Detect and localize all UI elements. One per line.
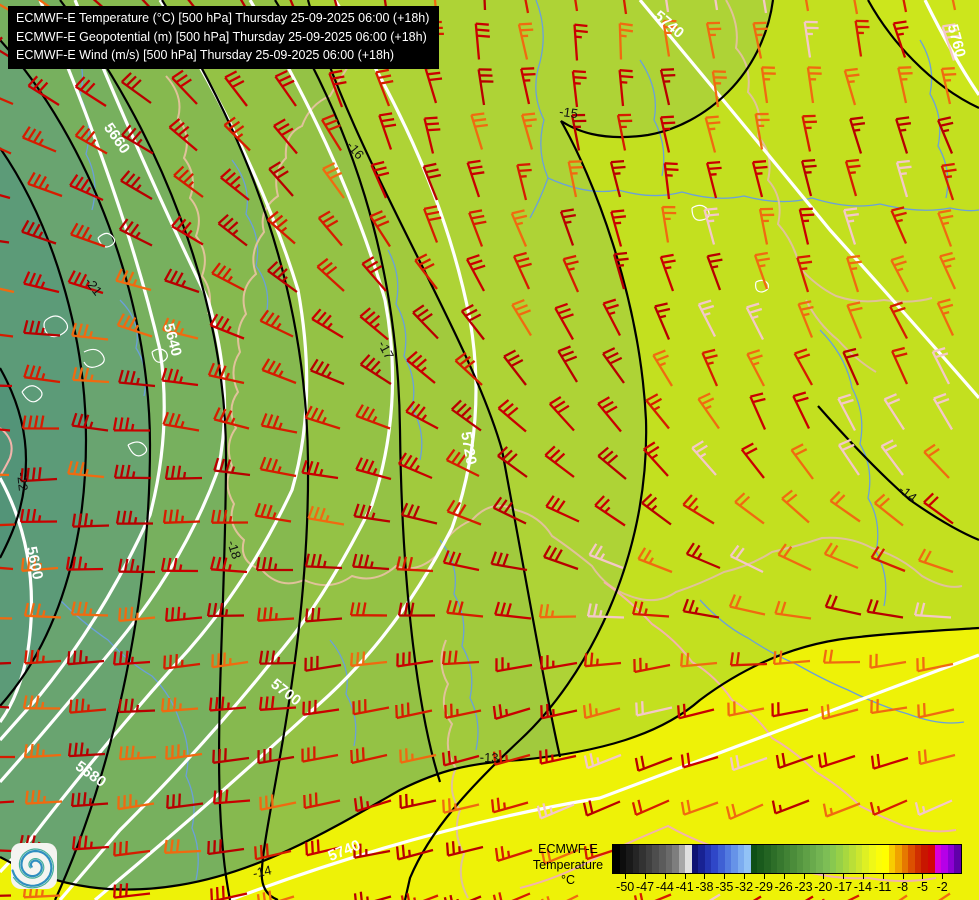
legend-tick-label: -8 — [897, 880, 909, 894]
legend-tick-label: -14 — [853, 880, 872, 894]
legend-tick — [942, 874, 944, 879]
legend-tick — [724, 874, 726, 879]
legend-tick-labels: -50 -47 -44 -41 -38 -35 -32 -29 -26 -23 -20 -17 -14-… — [612, 874, 962, 898]
legend-tick — [882, 874, 884, 879]
legend-tick — [823, 874, 825, 879]
temperature-contour-label: -13 — [480, 750, 499, 766]
legend-model-label: ECMWF-E — [538, 842, 598, 856]
legend-tick — [922, 874, 924, 879]
legend-tick — [664, 874, 666, 879]
legend-tick-label: -23 — [794, 880, 813, 894]
weather-map-canvas: -22-21-18-17-16-15-14-14-135600564056605… — [0, 0, 979, 900]
legend-tick-label: -44 — [655, 880, 674, 894]
weather-map-page: -22 -21 -18 -17 -16 -15 -14 -14 -13 5600 5640 5660 5… — [0, 0, 979, 900]
legend-tick — [684, 874, 686, 879]
legend-tick — [902, 874, 904, 879]
legend-tick-label: -38 — [695, 880, 714, 894]
temperature-legend: ECMWF-E Temperature °C -50 -47 -44 -41 -38 -3… — [528, 840, 968, 898]
legend-tick-label: -5 — [916, 880, 928, 894]
legend-titles: ECMWF-E Temperature °C — [528, 842, 608, 889]
legend-unit-label: °C — [560, 873, 576, 887]
legend-color-segment — [954, 845, 961, 873]
legend-tick — [763, 874, 765, 879]
legend-color-bar — [612, 844, 962, 874]
spiral-logo — [11, 843, 57, 889]
legend-tick-label: -2 — [936, 880, 948, 894]
legend-tick-label: -32 — [735, 880, 754, 894]
title-line-temperature: ECMWF-E Temperature (°C) [500 hPa] Thurs… — [16, 11, 430, 25]
legend-tick-label: -50 — [616, 880, 635, 894]
legend-tick — [843, 874, 845, 879]
legend-tick-label: -20 — [814, 880, 833, 894]
legend-tick-label: -47 — [635, 880, 655, 894]
legend-tick-label: -17 — [834, 880, 853, 894]
title-line-wind: ECMWF-E Wind (m/s) [500 hPa] Thursday 25… — [16, 48, 395, 62]
map-title-box: ECMWF-E Temperature (°C) [500 hPa] Thurs… — [8, 6, 440, 69]
legend-tick-label: -35 — [715, 880, 734, 894]
legend-tick-label: -41 — [675, 880, 694, 894]
legend-tick — [803, 874, 805, 879]
legend-tick-label: -29 — [754, 880, 773, 894]
legend-tick-label: -11 — [874, 880, 892, 894]
legend-tick — [645, 874, 647, 879]
legend-tick — [862, 874, 864, 879]
legend-tick — [744, 874, 746, 879]
temperature-contour-label: -15 — [558, 104, 579, 121]
legend-tick — [625, 874, 627, 879]
temperature-contour-label: -22 — [14, 471, 31, 491]
title-line-geopotential: ECMWF-E Geopotential (m) [500 hPa] Thurs… — [16, 29, 427, 44]
legend-parameter-label: Temperature — [532, 857, 604, 872]
legend-tick-label: -26 — [774, 880, 793, 894]
legend-tick — [704, 874, 706, 879]
legend-tick — [783, 874, 785, 879]
